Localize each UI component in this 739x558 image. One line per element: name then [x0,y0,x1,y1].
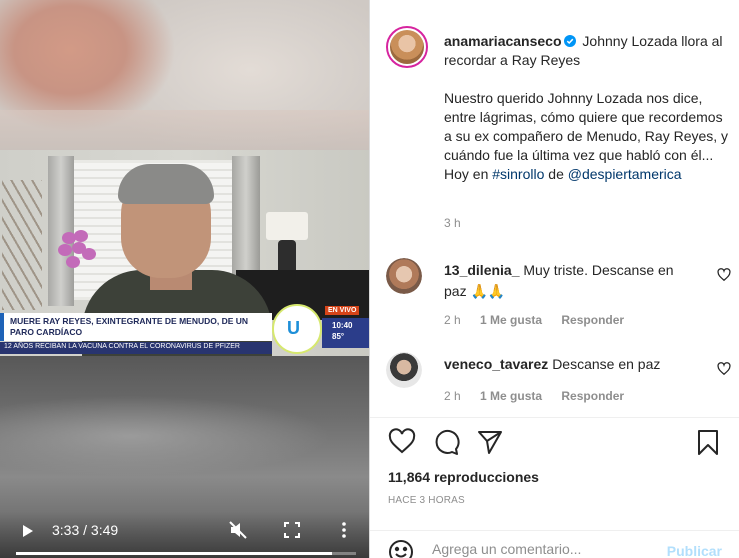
commenter-avatar[interactable] [386,352,422,388]
post-timestamp: HACE 3 HORAS [388,495,465,506]
like-icon[interactable] [388,428,416,456]
live-badge: EN VIVO [325,306,360,315]
orchid-image [58,230,98,280]
author-avatar[interactable] [386,26,428,68]
comment-meta: 2 h 1 Me gusta Responder [444,389,640,403]
video-blur-top [0,0,369,150]
post-actions [386,428,726,460]
comment-text: 13_dilenia_ Muy triste. Descanse en paz … [444,260,694,302]
fullscreen-icon[interactable] [282,520,302,540]
more-options-icon[interactable] [334,520,354,540]
hashtag-link[interactable]: #sinrollo [492,166,544,182]
mention-link[interactable]: @despiertamerica [568,166,682,182]
commenter-username[interactable]: veneco_tavarez [444,356,548,372]
like-comment-icon[interactable] [717,362,731,376]
comment-icon[interactable] [432,428,460,456]
play-icon[interactable] [22,524,34,538]
caption-time: 3 h [444,216,461,230]
instagram-post: Muere Ray Reyes, exintegrante de Menudo,… [0,0,739,558]
verified-badge-icon [563,35,576,47]
video-controls: 3:33 / 3:49 [0,512,369,558]
emoji-icon[interactable] [388,539,414,558]
author-username[interactable]: anamariacanseco [444,33,562,49]
comment-emoji: 🙏🙏 [470,283,506,299]
comment-meta: 2 h 1 Me gusta Responder [444,313,640,327]
comment-likes[interactable]: 1 Me gusta [480,313,542,327]
comment-likes[interactable]: 1 Me gusta [480,389,542,403]
caption-connector: de [544,166,568,182]
tv-temperature: 85° [332,332,345,341]
video-progress-fill [16,552,333,555]
univision-logo: U [272,304,322,354]
tv-lower-third: Muere Ray Reyes, exintegrante de Menudo,… [0,304,369,356]
save-bookmark-icon[interactable] [694,428,722,456]
comment-time: 2 h [444,389,461,403]
reply-button[interactable]: Responder [561,313,624,327]
view-count[interactable]: 11,864 reproducciones [388,469,539,485]
tv-clock: 10:40 [332,321,353,330]
comment-input[interactable] [432,541,652,557]
commenter-username[interactable]: 13_dilenia_ [444,262,520,278]
actions-divider [370,417,739,418]
video-frame: Muere Ray Reyes, exintegrante de Menudo,… [0,150,369,356]
caption-text: anamariacanseco Johnny Lozada llora al r… [444,32,732,184]
share-icon[interactable] [476,428,504,456]
comment-time: 2 h [444,313,461,327]
video-time: 3:33 / 3:49 [52,522,119,538]
video-progress-bar[interactable] [16,552,356,555]
post-details-panel: anamariacanseco Johnny Lozada llora al r… [369,0,739,558]
lower-third-title: Muere Ray Reyes, exintegrante de Menudo,… [10,316,249,337]
video-player[interactable]: Muere Ray Reyes, exintegrante de Menudo,… [0,0,369,558]
commenter-avatar[interactable] [386,258,422,294]
comment-text: veneco_tavarez Descanse en paz [444,354,694,375]
comment-body: Descanse en paz [552,356,661,372]
publish-button[interactable]: Publicar [667,543,722,558]
reply-button[interactable]: Responder [561,389,624,403]
like-comment-icon[interactable] [717,268,731,282]
add-comment-bar: Publicar [370,530,739,558]
mute-icon[interactable] [228,520,248,540]
news-ticker: 12 años reciban la vacuna contra el coro… [4,343,240,350]
